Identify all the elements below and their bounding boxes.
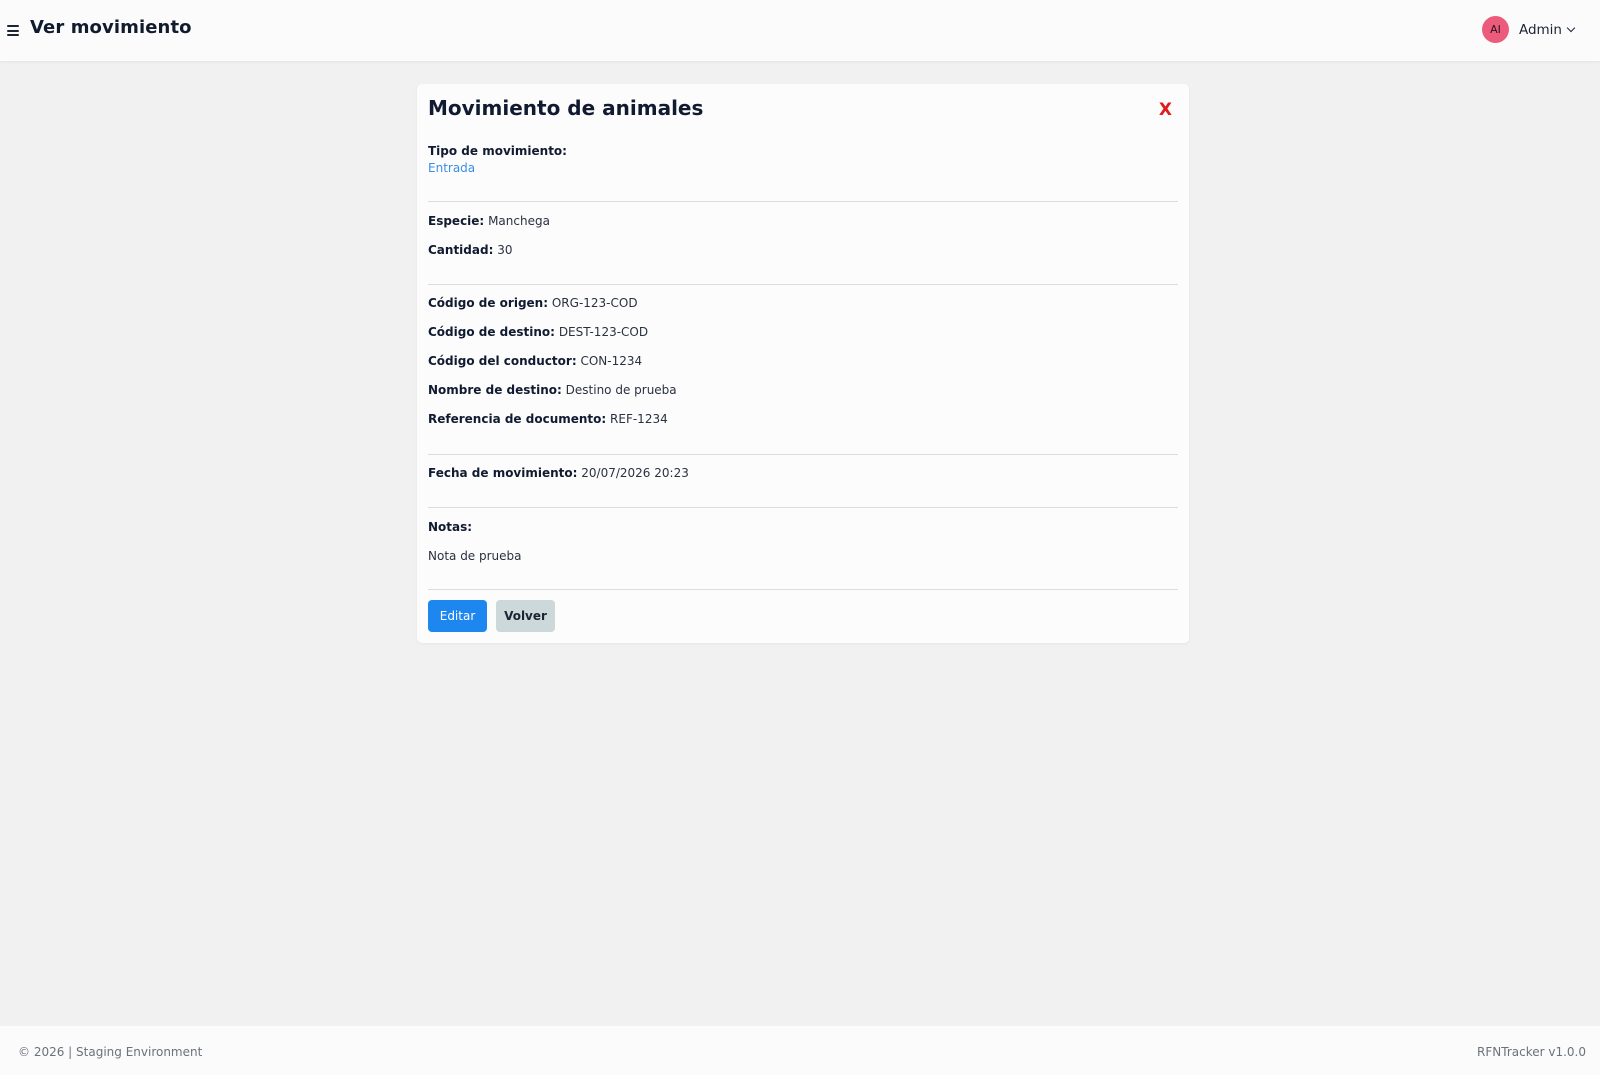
especie-value: Manchega [488,214,550,228]
divider [428,589,1178,590]
nombre-destino-label: Nombre de destino: [428,383,562,397]
divider [428,454,1178,455]
conductor-row: Código del conductor: CON-1234 [428,354,642,368]
cantidad-row: Cantidad: 30 [428,243,512,257]
destino-row: Código de destino: DEST-123-COD [428,325,648,339]
especie-label: Especie: [428,214,485,228]
cantidad-value: 30 [497,243,513,257]
conductor-value: CON-1234 [580,354,643,368]
fecha-label: Fecha de movimiento: [428,466,578,480]
top-bar: Ver movimiento AI Admin [0,0,1600,61]
footer: © 2026 | Staging Environment RFNTracker … [0,1026,1600,1075]
destino-value: DEST-123-COD [558,325,649,339]
referencia-label: Referencia de documento: [428,412,607,426]
page-title: Ver movimiento [30,17,192,38]
footer-copyright: © 2026 | Staging Environment [18,1045,203,1059]
divider [428,201,1178,202]
divider [428,507,1178,508]
edit-button[interactable]: Editar [428,600,487,632]
nombre-destino-row: Nombre de destino: Destino de prueba [428,383,677,397]
avatar: AI [1481,16,1509,43]
user-name: Admin [1518,21,1562,38]
referencia-row: Referencia de documento: REF-1234 [428,412,668,426]
destino-label: Código de destino: [428,325,555,339]
footer-version: RFNTracker v1.0.0 [1477,1045,1586,1059]
card-title: Movimiento de animales [428,96,704,120]
tipo-value: Entrada [428,161,476,175]
cantidad-label: Cantidad: [428,243,494,257]
user-menu[interactable]: AI Admin [1481,16,1576,43]
origen-value: ORG-123-COD [551,296,638,310]
movement-card: Movimiento de animales X Tipo de movimie… [417,84,1189,643]
referencia-value: REF-1234 [610,412,668,426]
conductor-label: Código del conductor: [428,354,577,368]
chevron-down-icon [1566,23,1576,33]
menu-icon[interactable] [7,24,19,37]
origen-row: Código de origen: ORG-123-COD [428,296,638,310]
back-button[interactable]: Volver [496,600,555,632]
fecha-value: 20/07/2026 20:23 [581,466,689,480]
notas-label: Notas: [428,520,473,534]
nombre-destino-value: Destino de prueba [565,383,677,397]
tipo-label: Tipo de movimiento: [428,144,567,158]
divider [428,284,1178,285]
notas-value: Nota de prueba [428,549,522,563]
especie-row: Especie: Manchega [428,214,550,228]
origen-label: Código de origen: [428,296,549,310]
close-button[interactable]: X [1159,100,1172,120]
fecha-row: Fecha de movimiento: 20/07/2026 20:23 [428,466,689,480]
